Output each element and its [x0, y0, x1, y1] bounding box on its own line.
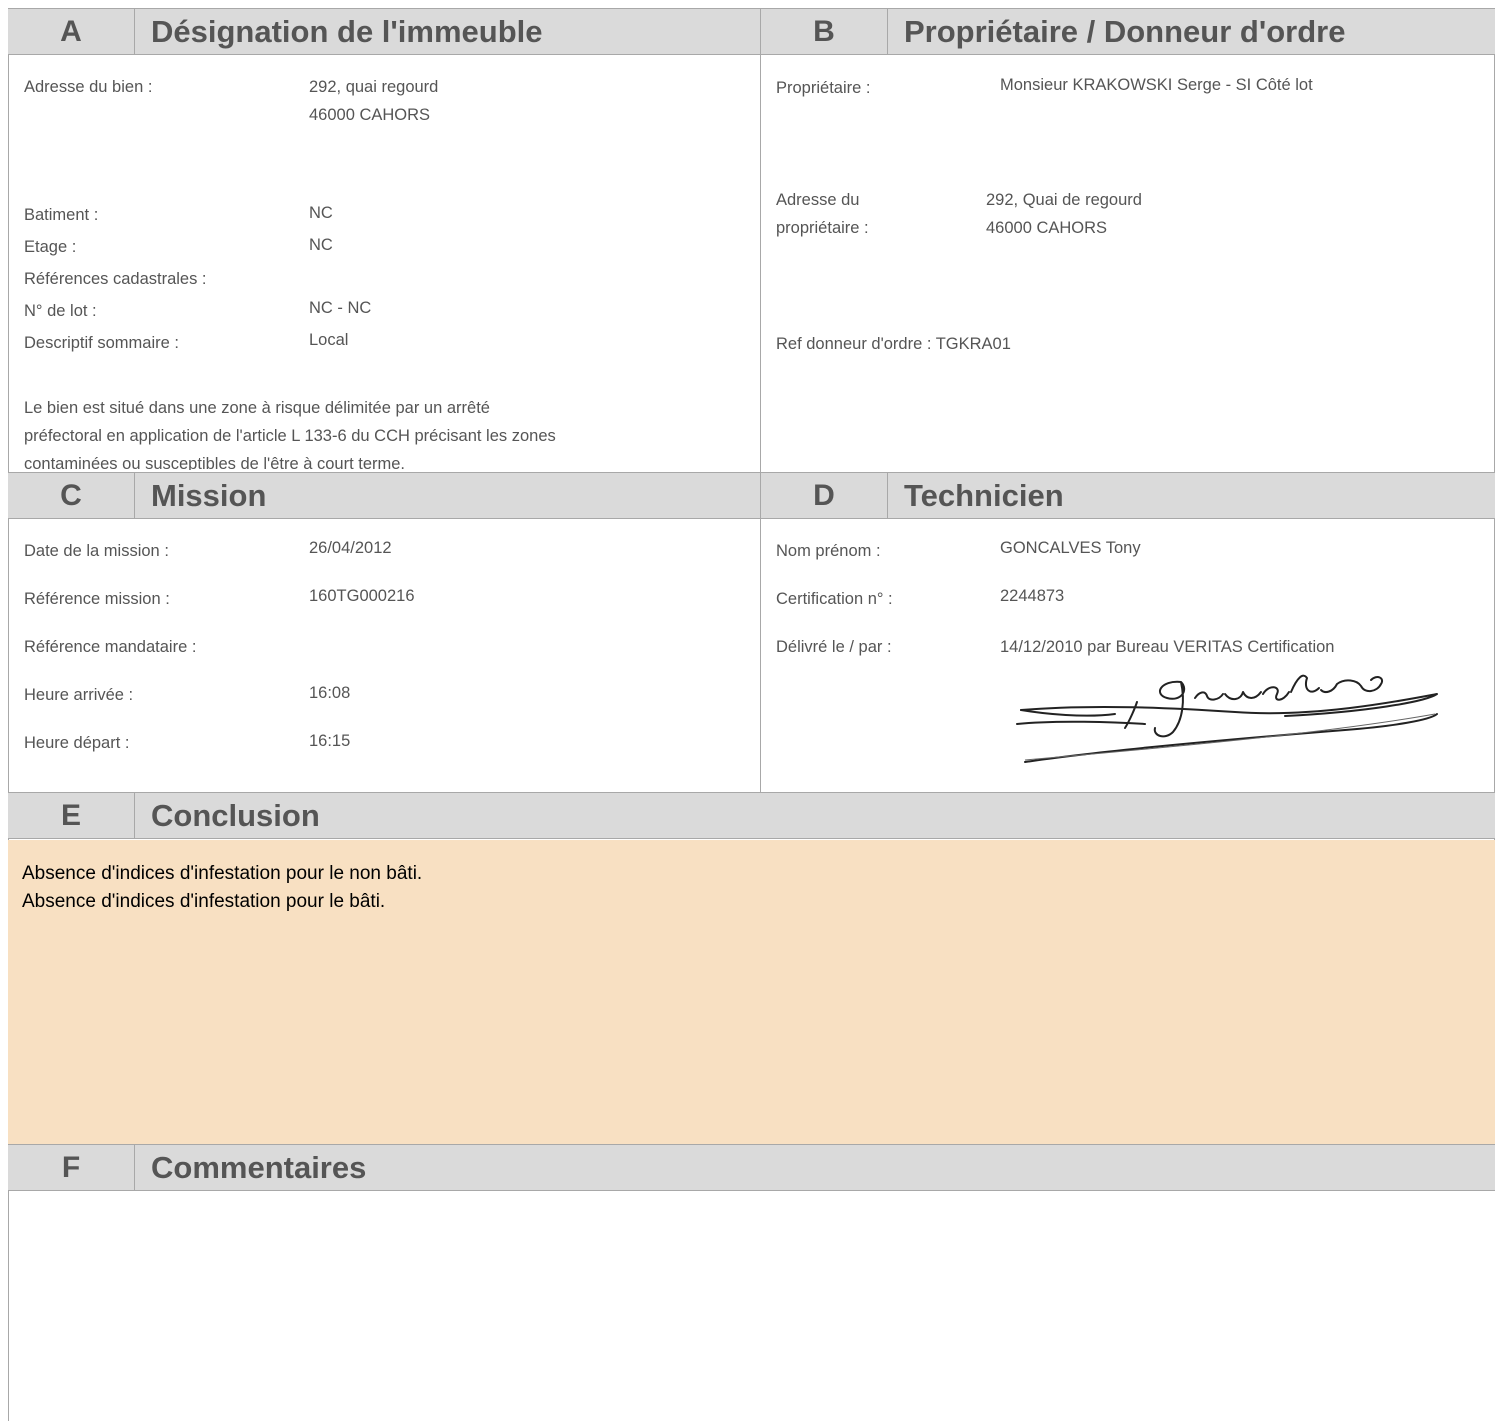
conclusion-line1: Absence d'indices d'infestation pour le …	[22, 863, 423, 884]
descriptif-value: Local	[309, 331, 349, 349]
section-b-title: Propriétaire / Donneur d'ordre	[904, 13, 1346, 49]
section-c-header: C Mission	[8, 472, 760, 519]
lot-label: N° de lot :	[24, 302, 97, 320]
left-border	[8, 8, 9, 1421]
section-a-title: Désignation de l'immeuble	[151, 13, 543, 49]
batiment-label: Batiment :	[24, 206, 99, 224]
etage-value: NC	[309, 236, 333, 254]
heure-arrivee-value: 16:08	[309, 684, 351, 702]
section-f-header: F Commentaires	[8, 1144, 1495, 1191]
conclusion-line2: Absence d'indices d'infestation pour le …	[22, 891, 386, 912]
date-mission-value: 26/04/2012	[309, 539, 392, 557]
section-b-letter: B	[761, 9, 888, 54]
conclusion-box: Absence d'indices d'infestation pour le …	[8, 840, 1495, 1144]
column-divider	[760, 8, 761, 792]
adresse-proprietaire-line1: 292, Quai de regourd	[986, 191, 1142, 209]
adresse-bien-line2: 46000 CAHORS	[309, 106, 431, 124]
section-e-title: Conclusion	[151, 797, 320, 833]
reference-mandataire-label: Référence mandataire :	[24, 638, 197, 656]
section-c-title: Mission	[151, 477, 267, 513]
heure-depart-value: 16:15	[309, 732, 351, 750]
ref-donneur-ordre: Ref donneur d'ordre : TGKRA01	[776, 335, 1011, 353]
adresse-proprietaire-line2: 46000 CAHORS	[986, 219, 1108, 237]
signature-image	[1016, 674, 1438, 763]
heure-depart-label: Heure départ :	[24, 734, 130, 752]
section-a-header: A Désignation de l'immeuble	[8, 8, 760, 55]
section-f-title: Commentaires	[151, 1149, 367, 1185]
section-f-letter: F	[8, 1145, 135, 1190]
delivre-label: Délivré le / par :	[776, 638, 892, 656]
proprietaire-value: Monsieur KRAKOWSKI Serge - SI Côté lot	[1000, 76, 1313, 94]
section-d-letter: D	[761, 473, 888, 518]
certification-value: 2244873	[1000, 587, 1065, 605]
lot-value: NC - NC	[309, 299, 372, 317]
nom-prenom-value: GONCALVES Tony	[1000, 539, 1141, 557]
reference-mission-label: Référence mission :	[24, 590, 170, 608]
section-a-letter: A	[8, 9, 135, 54]
section-d-header: D Technicien	[760, 472, 1495, 519]
descriptif-label: Descriptif sommaire :	[24, 334, 179, 352]
date-mission-label: Date de la mission :	[24, 542, 169, 560]
section-e-header: E Conclusion	[8, 792, 1495, 839]
adresse-proprietaire-label-line2: propriétaire :	[776, 219, 869, 237]
adresse-proprietaire-label-line1: Adresse du	[776, 191, 860, 209]
reference-mission-value: 160TG000216	[309, 587, 415, 605]
adresse-bien-line1: 292, quai regourd	[309, 78, 439, 96]
section-d-title: Technicien	[904, 477, 1064, 513]
adresse-bien-label: Adresse du bien :	[24, 78, 153, 96]
etage-label: Etage :	[24, 238, 77, 256]
zone-text-line2: préfectoral en application de l'article …	[24, 427, 556, 445]
zone-text-line3: contaminées ou susceptibles de l'être à …	[24, 455, 406, 470]
section-c-letter: C	[8, 473, 135, 518]
section-b-header: B Propriétaire / Donneur d'ordre	[760, 8, 1495, 55]
batiment-value: NC	[309, 204, 333, 222]
zone-text-line1: Le bien est situé dans une zone à risque…	[24, 399, 490, 417]
proprietaire-label: Propriétaire :	[776, 79, 871, 97]
cadastre-label: Références cadastrales :	[24, 270, 207, 288]
certification-label: Certification n° :	[776, 590, 893, 608]
heure-arrivee-label: Heure arrivée :	[24, 686, 134, 704]
section-e-letter: E	[8, 793, 135, 838]
nom-prenom-label: Nom prénom :	[776, 542, 881, 560]
